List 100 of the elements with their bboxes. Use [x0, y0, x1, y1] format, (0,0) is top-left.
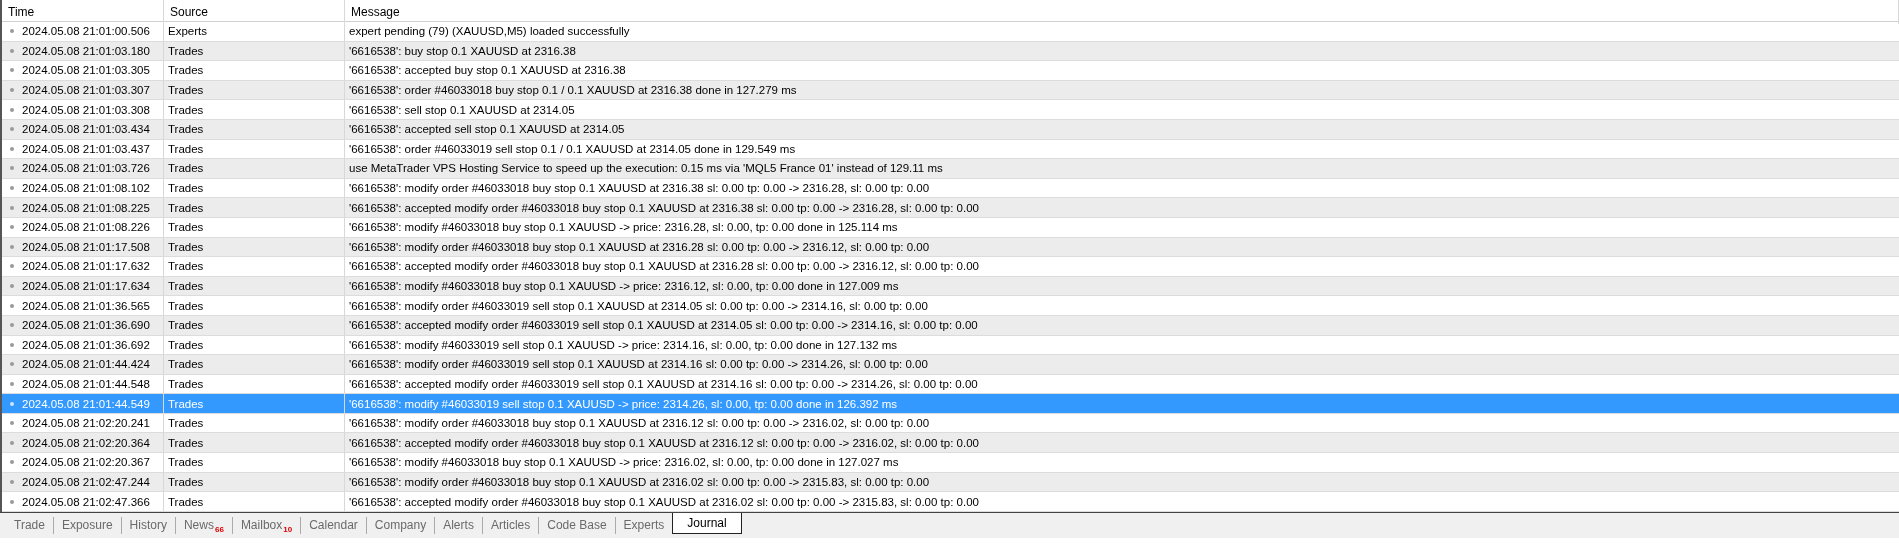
bullet-icon [10, 48, 14, 53]
table-row[interactable]: 2024.05.08 21:01:17.634 Trades '6616538': modify #46033018 buy stop 0.1 XAUUSD -> price: 2316.12, sl: 0.00, tp: 0.00 done in 127.009 ms [2, 276, 1899, 297]
bullet-icon [10, 166, 14, 171]
column-header[interactable]: Message [345, 0, 1899, 24]
table-cell-text: Trades [168, 494, 204, 510]
tab[interactable]: Journal [672, 512, 742, 534]
table-row[interactable]: 2024.05.08 21:01:03.307 Trades '6616538': order #46033018 buy stop 0.1 / 0.1 XAUUSD at 2316.38 done in 127.279 ms [2, 80, 1899, 101]
tab[interactable]: Trade [6, 516, 54, 534]
tab[interactable]: Code Base [539, 516, 616, 534]
table-cell-text: '6616538': accepted modify order #46033018 buy stop 0.1 XAUUSD at 2316.28 sl: 0.00 tp: 0.00 -> 2316.12, sl: 0.00 tp: 0.00 [349, 259, 979, 275]
table-row[interactable]: 2024.05.08 21:01:03.308 Trades '6616538': sell stop 0.1 XAUUSD at 2314.05 [2, 100, 1899, 120]
table-cell-text: Trades [168, 200, 204, 216]
table-cell-text: Trades [168, 122, 204, 138]
table-cell-text: Trades [168, 435, 204, 451]
table-cell-text: Trades [168, 259, 204, 275]
table-row[interactable]: 2024.05.08 21:01:03.305 Trades '6616538': accepted buy stop 0.1 XAUUSD at 2316.38 [2, 61, 1899, 81]
table-cell-text: 2024.05.08 21:01:08.225 [22, 200, 150, 216]
table-cell-text: Trades [168, 239, 204, 255]
table-cell-text: 2024.05.08 21:01:03.305 [22, 63, 150, 79]
bullet-icon [10, 225, 14, 230]
table-cell-text: Trades [168, 318, 204, 334]
table-cell-text: Trades [168, 298, 204, 314]
table-cell-text: 2024.05.08 21:01:03.726 [22, 161, 150, 177]
table-cell-text: 2024.05.08 21:02:47.244 [22, 474, 150, 490]
bullet-icon [10, 342, 14, 347]
table-cell-text: '6616538': modify order #46033019 sell stop 0.1 XAUUSD at 2314.16 sl: 0.00 tp: 0.00 -> 2314.26, sl: 0.00 tp: 0.00 [349, 357, 928, 373]
table-cell-text: 2024.05.08 21:01:17.508 [22, 239, 150, 255]
count-label: 66 [214, 525, 224, 534]
table-cell-text: Trades [168, 357, 204, 373]
column-header[interactable]: Time [2, 0, 164, 24]
table-cell-text: '6616538': modify order #46033019 sell stop 0.1 XAUUSD at 2314.05 sl: 0.00 tp: 0.00 -> 2314.16, sl: 0.00 tp: 0.00 [349, 298, 928, 314]
tab[interactable]: Alerts [435, 516, 483, 534]
bullet-icon [10, 382, 14, 386]
table-cell-text: Trades [168, 377, 204, 392]
table-cell-text: '6616538': accepted buy stop 0.1 XAUUSD at 2316.38 [349, 63, 626, 79]
table-row[interactable]: 2024.05.08 21:01:36.690 Trades '6616538': accepted modify order #46033019 sell stop 0.1 XAUUSD at 2314.05 sl: 0.00 tp: 0.00 -> 2314.16, sl: 0.00 tp: 0.00 [2, 315, 1899, 336]
table-row[interactable]: 2024.05.08 21:01:36.565 Trades '6616538': modify order #46033019 sell stop 0.1 XAUUSD at 2314.05 sl: 0.00 tp: 0.00 -> 2314.16, sl: 0.00 tp: 0.00 [2, 296, 1899, 316]
table-row[interactable]: 2024.05.08 21:01:03.180 Trades '6616538': buy stop 0.1 XAUUSD at 2316.38 [2, 41, 1899, 62]
table-row[interactable]: 2024.05.08 21:01:44.424 Trades '6616538': modify order #46033019 sell stop 0.1 XAUUSD at 2314.16 sl: 0.00 tp: 0.00 -> 2314.26, sl: 0.00 tp: 0.00 [2, 355, 1899, 375]
count-label: 10 [283, 525, 293, 534]
tab[interactable]: Calendar [301, 516, 367, 534]
table-row[interactable]: 2024.05.08 21:01:03.726 Trades use MetaTrader VPS Hosting Service to speed up the execution: 0.15 ms via 'MQL5 France 01' instead of 129.11 ms [2, 159, 1899, 179]
tab[interactable]: Articles [482, 516, 540, 534]
table-cell-text: Trades [168, 43, 204, 59]
table-cell-text: 2024.05.08 21:01:08.226 [22, 220, 150, 236]
table-cell-text: '6616538': accepted modify order #46033018 buy stop 0.1 XAUUSD at 2316.12 sl: 0.00 tp: 0.00 -> 2316.02, sl: 0.00 tp: 0.00 [349, 435, 979, 451]
table-row[interactable]: 2024.05.08 21:02:47.366 Trades '6616538': accepted modify order #46033018 buy stop 0.1 XAUUSD at 2316.02 sl: 0.00 tp: 0.00 -> 2315.83, sl: 0.00 tp: 0.00 [2, 492, 1899, 512]
table-cell-text: 2024.05.08 21:01:08.102 [22, 181, 150, 197]
table-cell-text: Trades [168, 63, 204, 79]
table-cell-text: 2024.05.08 21:01:36.565 [22, 298, 150, 314]
table-cell-text: '6616538': accepted modify order #46033018 buy stop 0.1 XAUUSD at 2316.38 sl: 0.00 tp: 0.00 -> 2316.28, sl: 0.00 tp: 0.00 [349, 200, 979, 216]
bullet-icon [10, 440, 14, 445]
table-cell-text: 2024.05.08 21:01:17.632 [22, 259, 150, 275]
table-cell-text: 2024.05.08 21:02:47.366 [22, 494, 150, 510]
column-header[interactable]: Source [164, 0, 345, 24]
bullet-icon [10, 29, 14, 34]
table-row[interactable]: 2024.05.08 21:01:00.506 Experts expert pending (79) (XAUUSD,M5) loaded successfully [2, 22, 1899, 42]
table-cell-text: Trades [168, 141, 204, 157]
bullet-icon [10, 284, 14, 288]
table-cell-text: '6616538': modify order #46033018 buy stop 0.1 XAUUSD at 2316.12 sl: 0.00 tp: 0.00 -> 2316.02, sl: 0.00 tp: 0.00 [349, 416, 930, 432]
table-row[interactable]: 2024.05.08 21:02:20.364 Trades '6616538': accepted modify order #46033018 buy stop 0.1 XAUUSD at 2316.12 sl: 0.00 tp: 0.00 -> 2316.02, sl: 0.00 tp: 0.00 [2, 433, 1899, 454]
table-row[interactable]: 2024.05.08 21:01:17.632 Trades '6616538': accepted modify order #46033018 buy stop 0.1 XAUUSD at 2316.28 sl: 0.00 tp: 0.00 -> 2316.12, sl: 0.00 tp: 0.00 [2, 257, 1899, 277]
bullet-icon [10, 205, 14, 210]
table-cell-text: 2024.05.08 21:01:03.437 [22, 141, 150, 157]
table-cell-text: 2024.05.08 21:01:03.308 [22, 102, 150, 118]
table-cell-text: Trades [168, 102, 204, 118]
table-cell-text: '6616538': buy stop 0.1 XAUUSD at 2316.38 [349, 43, 576, 59]
table-cell-text: '6616538': modify order #46033018 buy stop 0.1 XAUUSD at 2316.02 sl: 0.00 tp: 0.00 -> 2315.83, sl: 0.00 tp: 0.00 [349, 474, 930, 490]
table-cell-text: Trades [168, 161, 204, 177]
bullet-icon [10, 401, 14, 406]
table-cell-text: '6616538': modify #46033019 sell stop 0.1 XAUUSD -> price: 2314.16, sl: 0.00, tp: 0.00 done in 127.132 ms [349, 337, 898, 353]
table-cell-text: 2024.05.08 21:01:36.692 [22, 337, 150, 353]
table-cell-text: 2024.05.08 21:01:44.548 [22, 377, 150, 392]
tab[interactable]: History [121, 516, 176, 534]
tab[interactable]: Company [366, 516, 436, 534]
table-row[interactable]: 2024.05.08 21:01:17.508 Trades '6616538': modify order #46033018 buy stop 0.1 XAUUSD at 2316.28 sl: 0.00 tp: 0.00 -> 2316.12, sl: 0.00 tp: 0.00 [2, 237, 1899, 258]
bullet-icon [10, 186, 14, 191]
bullet-icon [10, 323, 14, 328]
table-row[interactable]: 2024.05.08 21:02:20.367 Trades '6616538': modify #46033018 buy stop 0.1 XAUUSD -> price: 2316.02, sl: 0.00, tp: 0.00 done in 127.027 ms [2, 453, 1899, 473]
bullet-icon [10, 421, 14, 426]
table-cell-text: 2024.05.08 21:01:17.634 [22, 279, 150, 294]
table-cell-text: 2024.05.08 21:02:20.367 [22, 455, 150, 471]
bullet-icon [10, 146, 14, 151]
table-cell-text: Trades [168, 337, 204, 353]
table-row[interactable]: 2024.05.08 21:01:08.226 Trades '6616538': modify #46033018 buy stop 0.1 XAUUSD -> price: 2316.28, sl: 0.00, tp: 0.00 done in 125.114 ms [2, 217, 1899, 238]
table-cell-text: 2024.05.08 21:01:03.434 [22, 122, 150, 138]
table-cell-text: '6616538': modify #46033018 buy stop 0.1 XAUUSD -> price: 2316.02, sl: 0.00, tp: 0.00 done in 127.027 ms [349, 455, 899, 471]
table-row[interactable]: 2024.05.08 21:01:08.225 Trades '6616538': accepted modify order #46033018 buy stop 0.1 XAUUSD at 2316.38 sl: 0.00 tp: 0.00 -> 2316.28, sl: 0.00 tp: 0.00 [2, 198, 1899, 218]
table-cell-text: 2024.05.08 21:01:00.506 [22, 24, 150, 40]
table-cell-text: '6616538': accepted modify order #46033019 sell stop 0.1 XAUUSD at 2314.05 sl: 0.00 tp: 0.00 -> 2314.16, sl: 0.00 tp: 0.00 [349, 318, 978, 334]
table-cell-text: Trades [168, 83, 204, 99]
table-cell-text: '6616538': modify order #46033018 buy stop 0.1 XAUUSD at 2316.38 sl: 0.00 tp: 0.00 -> 2316.28, sl: 0.00 tp: 0.00 [349, 181, 930, 197]
table-row[interactable]: 2024.05.08 21:01:03.434 Trades '6616538': accepted sell stop 0.1 XAUUSD at 2314.05 [2, 119, 1899, 140]
tab[interactable]: Exposure [53, 516, 122, 534]
table-cell-text: '6616538': order #46033018 buy stop 0.1 / 0.1 XAUUSD at 2316.38 done in 127.279 ms [349, 83, 797, 99]
table-row[interactable]: 2024.05.08 21:02:47.244 Trades '6616538': modify order #46033018 buy stop 0.1 XAUUSD at 2316.02 sl: 0.00 tp: 0.00 -> 2315.83, sl: 0.00 tp: 0.00 [2, 472, 1899, 493]
table-cell-text: expert pending (79) (XAUUSD,M5) loaded successfully [349, 24, 630, 40]
bullet-icon [10, 460, 14, 465]
bullet-icon [10, 127, 14, 132]
table-cell-text: 2024.05.08 21:01:44.549 [22, 396, 150, 412]
